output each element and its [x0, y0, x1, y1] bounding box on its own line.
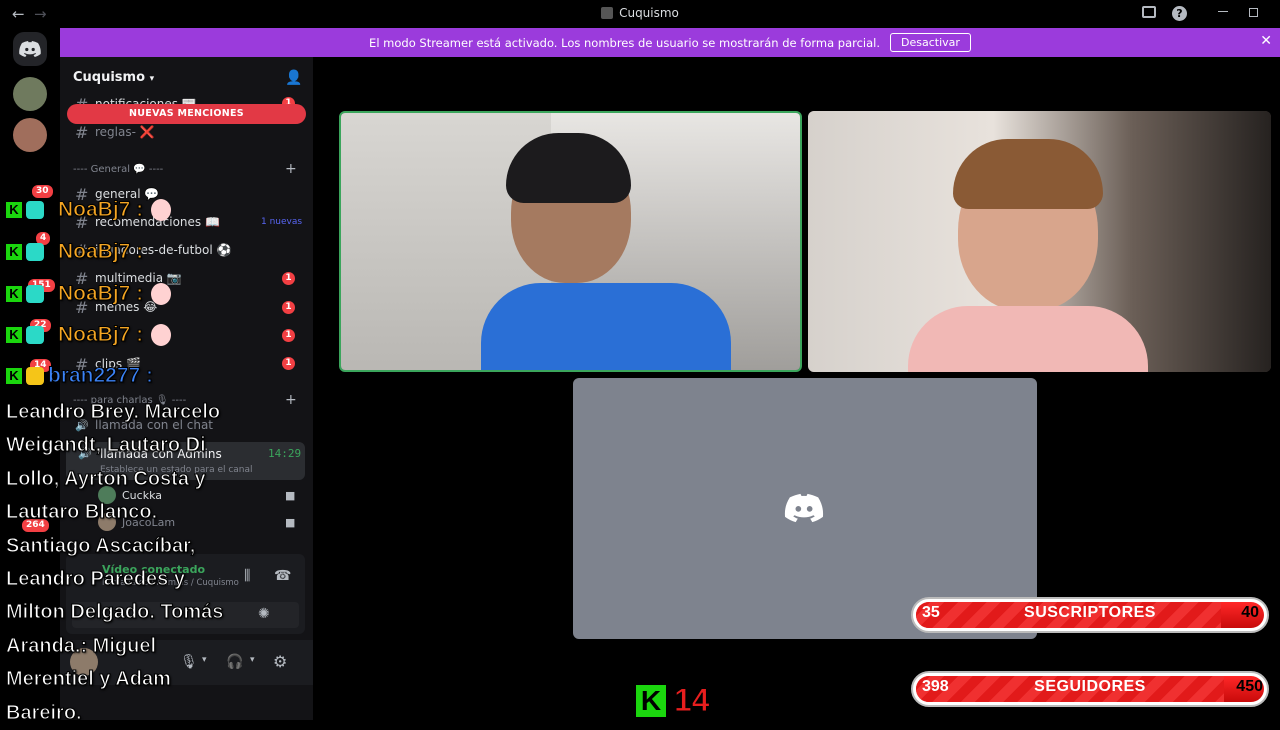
overlay-username: NoaBj7 : [57, 198, 144, 222]
maximize-icon[interactable] [1249, 8, 1258, 17]
unread-badge: 1 [282, 272, 295, 285]
settings-gear-icon[interactable]: ⚙ [273, 652, 287, 671]
overlay-chat-line: K NoaBj7 : [6, 240, 144, 264]
close-icon[interactable]: ✕ [1260, 33, 1272, 49]
kick-badge-icon: K [6, 286, 22, 302]
hair-silhouette [953, 139, 1103, 209]
overlay-username: bran2277 : [47, 364, 154, 388]
banner-text: El modo Streamer está activado. Los nomb… [369, 35, 881, 50]
overlay-username: NoaBj7 : [57, 323, 144, 347]
video-tile-1[interactable] [339, 111, 802, 372]
chat-emote-icon [26, 201, 44, 219]
title-bar: ← → Cuquismo ? [0, 0, 1280, 28]
call-timer: 14:29 [268, 447, 302, 460]
kick-logo-icon: K [636, 684, 666, 717]
unread-badge: 1 [282, 301, 295, 314]
kick-badge-icon: K [6, 368, 22, 384]
chat-emote-icon [26, 285, 44, 303]
kick-counter: K 14 [636, 682, 710, 719]
channel-label: reglas- ❌ [95, 125, 155, 139]
category-general[interactable]: ---- General 💬 ---- [73, 164, 163, 175]
subscribers-goal-bar: 35 SUSCRIPTORES 40 [911, 597, 1269, 633]
chat-emote-icon [26, 367, 44, 385]
kick-badge-icon: K [6, 244, 22, 260]
invite-user-icon[interactable]: 👤 [285, 70, 302, 86]
disconnect-icon[interactable]: ☎ [274, 568, 291, 584]
shirt-silhouette [908, 306, 1148, 372]
subs-goal: 40 [1241, 604, 1259, 621]
disable-streamer-button[interactable]: Desactivar [890, 33, 971, 52]
camera-icon: ■ [285, 489, 296, 502]
kick-badge-icon: K [6, 327, 22, 343]
new-mentions-pill[interactable]: NUEVAS MENCIONES [67, 104, 306, 124]
overlay-chat-line: K NoaBj7 : [6, 198, 172, 222]
kick-badge-icon: K [6, 202, 22, 218]
overlay-chat-line: K NoaBj7 : [6, 282, 172, 306]
overlay-chat-line: K NoaBj7 : [6, 323, 172, 347]
discord-logo-icon [784, 493, 824, 523]
server-icon [601, 7, 614, 19]
help-icon[interactable]: ? [1172, 6, 1187, 21]
discord-home-button[interactable] [13, 32, 47, 66]
subs-label: SUSCRIPTORES [1024, 604, 1156, 621]
chat-emote-icon [26, 326, 44, 344]
followers-label: SEGUIDORES [1034, 678, 1146, 695]
emote-icon [151, 199, 172, 221]
new-messages-label: 1 nuevas [261, 217, 303, 227]
overlay-chat-line: K bran2277 : [6, 364, 154, 388]
overlay-username: NoaBj7 : [57, 282, 144, 306]
minimize-icon[interactable] [1218, 11, 1228, 12]
server-name-header[interactable]: Cuquismo ▾ [73, 70, 154, 85]
inbox-icon[interactable] [1142, 6, 1156, 18]
video-tile-2[interactable] [808, 111, 1271, 372]
overlay-chat-message: Leandro Brey. Marcelo Weigandt, Lautaro … [6, 400, 224, 724]
emote-icon [151, 283, 172, 305]
channel-item[interactable]: # reglas- ❌ [75, 122, 305, 142]
add-channel-icon[interactable]: + [285, 161, 297, 177]
unread-badge: 1 [282, 357, 295, 370]
server-icon-2[interactable] [13, 118, 47, 152]
window-title-text: Cuquismo [619, 6, 679, 20]
hash-icon: # [75, 122, 89, 142]
kick-count: 14 [674, 682, 711, 719]
category-label: General 💬 [90, 164, 146, 175]
window-title: Cuquismo [0, 6, 1280, 20]
activities-icon[interactable]: ✺ [258, 606, 270, 622]
chevron-down-icon[interactable]: ▾ [250, 655, 255, 665]
followers-goal-bar: 398 SEGUIDORES 450 [911, 671, 1269, 707]
shirt-silhouette [481, 283, 731, 370]
streamer-mode-banner: El modo Streamer está activado. Los nomb… [60, 28, 1280, 57]
chat-emote-icon [26, 243, 44, 261]
server-icon-1[interactable] [13, 77, 47, 111]
server-name: Cuquismo [73, 70, 146, 85]
followers-goal: 450 [1236, 678, 1263, 695]
unread-badge: 1 [282, 329, 295, 342]
overlay-username: NoaBj7 : [57, 240, 144, 264]
camera-icon: ■ [285, 516, 296, 529]
add-channel-icon[interactable]: + [285, 392, 297, 408]
discord-logo-icon [19, 41, 41, 57]
emote-icon [151, 324, 172, 346]
